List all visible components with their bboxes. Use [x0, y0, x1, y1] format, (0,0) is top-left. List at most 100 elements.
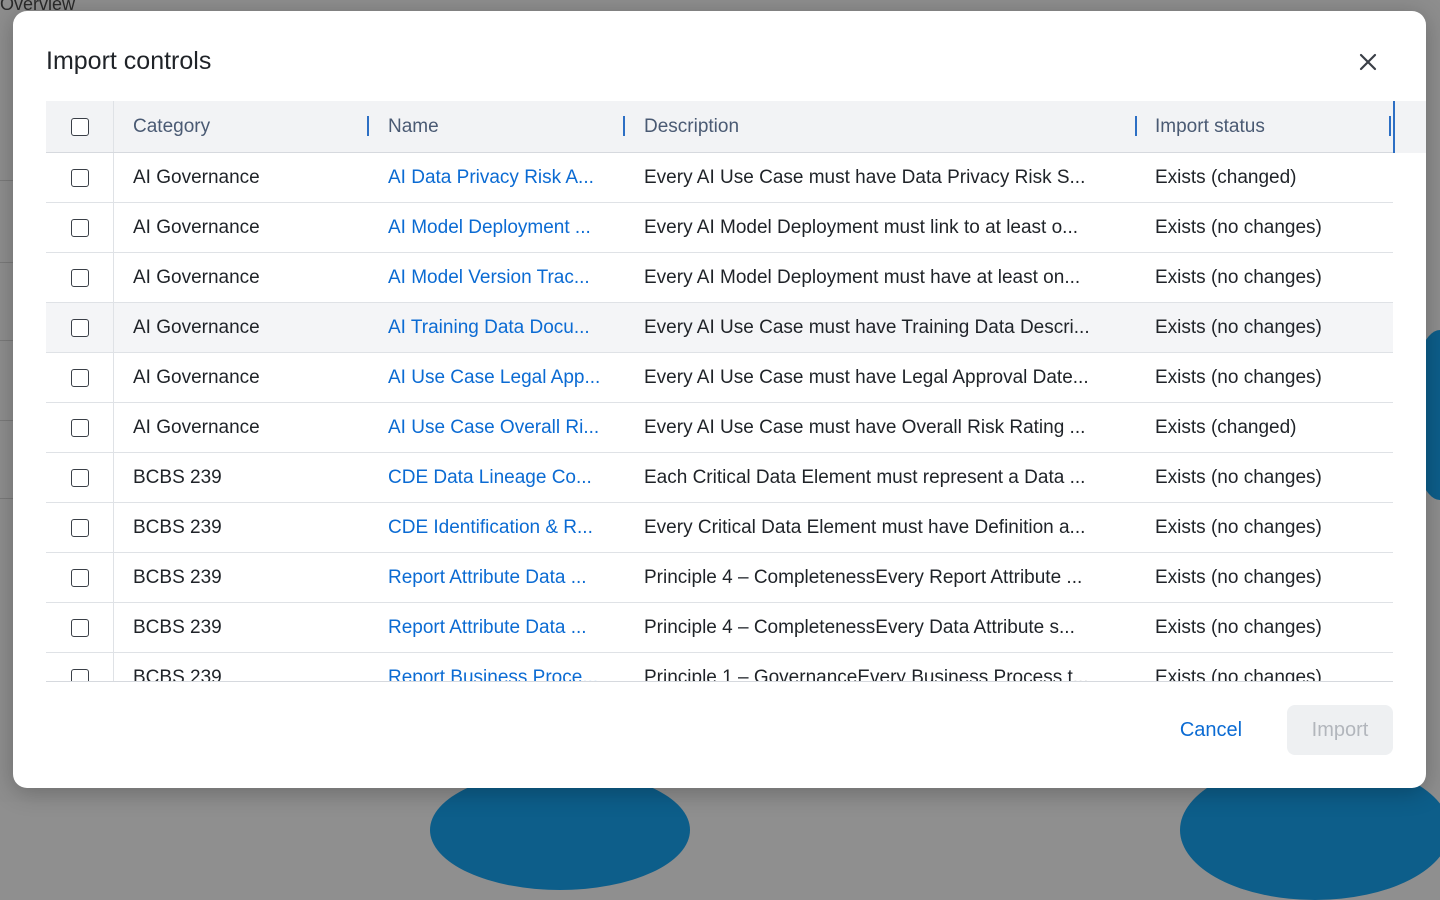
- row-checkbox[interactable]: [70, 368, 89, 387]
- control-name-link[interactable]: CDE Data Lineage Co...: [369, 467, 625, 489]
- background-divider: [0, 420, 14, 421]
- description-cell: Each Critical Data Element must represen…: [644, 466, 1086, 488]
- description-cell: Every AI Use Case must have Legal Approv…: [644, 366, 1089, 388]
- description-cell: Every AI Use Case must have Data Privacy…: [644, 166, 1086, 188]
- description-cell: Principle 4 – CompletenessEvery Report A…: [644, 566, 1083, 588]
- control-name-link[interactable]: Report Attribute Data ...: [369, 567, 625, 589]
- description-cell: Principle 4 – CompletenessEvery Data Att…: [644, 616, 1075, 638]
- table-row[interactable]: AI Governance AI Model Deployment ... Ever…: [46, 203, 1393, 253]
- description-cell: Every Critical Data Element must have De…: [644, 516, 1086, 538]
- control-name-link[interactable]: AI Training Data Docu...: [369, 317, 625, 339]
- row-checkbox[interactable]: [70, 268, 89, 287]
- row-checkbox[interactable]: [70, 418, 89, 437]
- control-name-link[interactable]: AI Use Case Legal App...: [369, 367, 625, 389]
- category-cell: BCBS 239: [133, 516, 222, 538]
- row-select-cell: [46, 353, 114, 402]
- close-button[interactable]: [1353, 47, 1383, 77]
- table-row[interactable]: AI Governance AI Use Case Overall Ri... Ev…: [46, 403, 1393, 453]
- background-divider: [0, 498, 14, 499]
- control-name-link[interactable]: AI Use Case Overall Ri...: [369, 417, 625, 439]
- column-header-import-status[interactable]: Import status: [1136, 116, 1393, 138]
- description-cell: Principle 1 – GovernanceEvery Business P…: [644, 666, 1089, 682]
- row-checkbox[interactable]: [70, 518, 89, 537]
- column-header-name[interactable]: Name: [369, 116, 625, 138]
- import-status-cell: Exists (no changes): [1155, 366, 1322, 388]
- column-resize-handle[interactable]: [1135, 116, 1137, 136]
- import-status-cell: Exists (changed): [1155, 416, 1297, 438]
- select-all-checkbox[interactable]: [70, 117, 89, 136]
- category-cell: AI Governance: [133, 366, 260, 388]
- column-header-description[interactable]: Description: [625, 116, 1136, 138]
- category-cell: AI Governance: [133, 316, 260, 338]
- background-chart-shape: [430, 770, 690, 890]
- control-name-link[interactable]: CDE Identification & R...: [369, 517, 625, 539]
- row-select-cell: [46, 453, 114, 502]
- category-cell: BCBS 239: [133, 616, 222, 638]
- row-checkbox[interactable]: [70, 468, 89, 487]
- table-row[interactable]: AI Governance AI Model Version Trac... Eve…: [46, 253, 1393, 303]
- background-divider: [0, 340, 14, 341]
- column-resize-handle[interactable]: [623, 116, 625, 136]
- control-name-link[interactable]: AI Data Privacy Risk A...: [369, 167, 625, 189]
- table-row[interactable]: BCBS 239 CDE Data Lineage Co... Each Criti…: [46, 453, 1393, 503]
- category-cell: AI Governance: [133, 216, 260, 238]
- import-status-cell: Exists (no changes): [1155, 666, 1322, 682]
- category-cell: AI Governance: [133, 416, 260, 438]
- description-cell: Every AI Model Deployment must link to a…: [644, 216, 1079, 238]
- table-row[interactable]: AI Governance AI Use Case Legal App... Eve…: [46, 353, 1393, 403]
- row-checkbox[interactable]: [70, 168, 89, 187]
- row-checkbox[interactable]: [70, 318, 89, 337]
- table-row[interactable]: BCBS 239 CDE Identification & R... Every C…: [46, 503, 1393, 553]
- import-status-cell: Exists (no changes): [1155, 266, 1322, 288]
- table-row[interactable]: BCBS 239 Report Attribute Data ... Princip…: [46, 603, 1393, 653]
- category-cell: AI Governance: [133, 166, 260, 188]
- cancel-button[interactable]: Cancel: [1164, 705, 1258, 755]
- row-select-cell: [46, 253, 114, 302]
- import-button[interactable]: Import: [1287, 705, 1393, 755]
- import-status-cell: Exists (no changes): [1155, 316, 1322, 338]
- row-select-cell: [46, 303, 114, 352]
- row-select-cell: [46, 503, 114, 552]
- controls-table: Category Name Description Import status …: [46, 101, 1393, 682]
- import-status-cell: Exists (no changes): [1155, 616, 1322, 638]
- description-cell: Every AI Use Case must have Overall Risk…: [644, 416, 1086, 438]
- category-cell: BCBS 239: [133, 566, 222, 588]
- column-resize-handle[interactable]: [367, 116, 369, 136]
- row-select-cell: [46, 203, 114, 252]
- column-header-category[interactable]: Category: [114, 116, 369, 138]
- close-icon: [1359, 53, 1377, 71]
- import-status-cell: Exists (no changes): [1155, 466, 1322, 488]
- control-name-link[interactable]: Report Business Proce...: [369, 667, 625, 682]
- row-select-cell: [46, 553, 114, 602]
- row-select-cell: [46, 403, 114, 452]
- background-divider: [0, 262, 14, 263]
- row-select-cell: [46, 153, 114, 202]
- dialog-title: Import controls: [46, 47, 212, 75]
- select-all-cell: [46, 101, 114, 152]
- category-cell: BCBS 239: [133, 466, 222, 488]
- row-checkbox[interactable]: [70, 668, 89, 681]
- control-name-link[interactable]: Report Attribute Data ...: [369, 617, 625, 639]
- table-row[interactable]: AI Governance AI Training Data Docu... Eve…: [46, 303, 1393, 353]
- table-row[interactable]: AI Governance AI Data Privacy Risk A... Ev…: [46, 153, 1393, 203]
- import-controls-dialog: Import controls Category Name Descriptio…: [13, 11, 1426, 788]
- import-status-cell: Exists (changed): [1155, 166, 1297, 188]
- column-resize-handle[interactable]: [1389, 116, 1391, 136]
- category-cell: AI Governance: [133, 266, 260, 288]
- import-status-cell: Exists (no changes): [1155, 566, 1322, 588]
- row-checkbox[interactable]: [70, 568, 89, 587]
- description-cell: Every AI Model Deployment must have at l…: [644, 266, 1081, 288]
- row-checkbox[interactable]: [70, 618, 89, 637]
- row-checkbox[interactable]: [70, 218, 89, 237]
- background-divider: [0, 180, 14, 181]
- control-name-link[interactable]: AI Model Deployment ...: [369, 217, 625, 239]
- row-select-cell: [46, 653, 114, 681]
- row-select-cell: [46, 603, 114, 652]
- category-cell: BCBS 239: [133, 666, 222, 682]
- control-name-link[interactable]: AI Model Version Trac...: [369, 267, 625, 289]
- table-header: Category Name Description Import status: [46, 101, 1393, 153]
- table-row[interactable]: BCBS 239 Report Business Proce... Principl…: [46, 653, 1393, 682]
- description-cell: Every AI Use Case must have Training Dat…: [644, 316, 1090, 338]
- table-row[interactable]: BCBS 239 Report Attribute Data ... Princip…: [46, 553, 1393, 603]
- hidden-column-edge: [1393, 101, 1426, 153]
